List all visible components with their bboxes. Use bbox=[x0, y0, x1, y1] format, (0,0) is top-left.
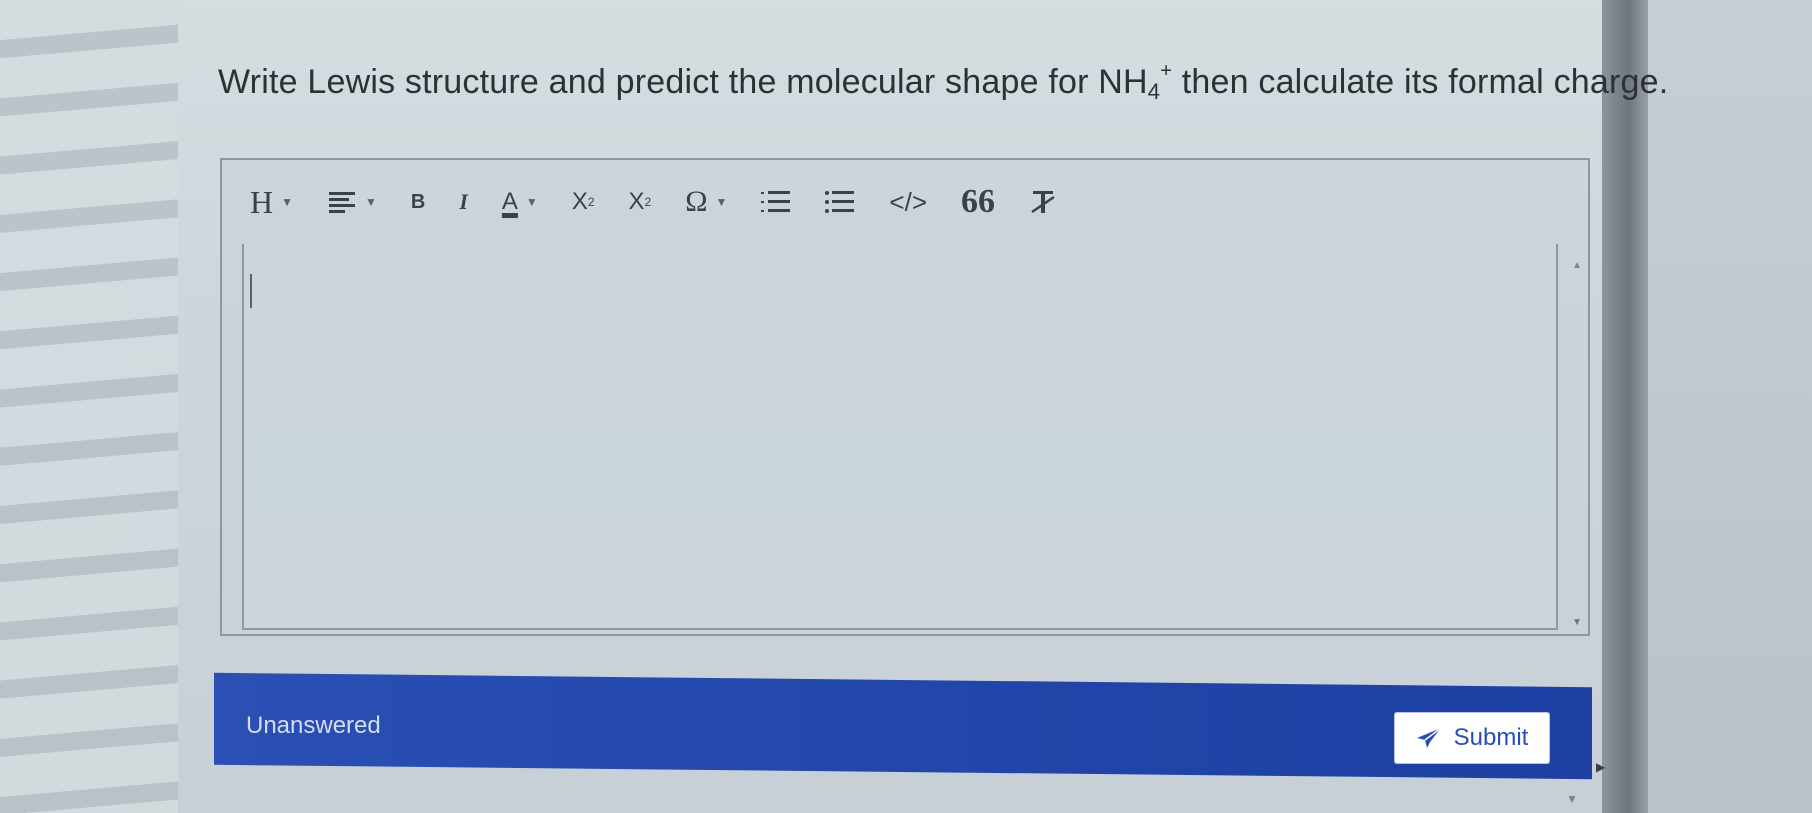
chevron-down-icon: ▼ bbox=[715, 195, 728, 209]
chevron-down-icon: ▼ bbox=[365, 195, 377, 209]
scroll-up-arrow-icon[interactable]: ▲ bbox=[1572, 260, 1582, 271]
formula: NH4+ bbox=[1098, 60, 1173, 104]
rich-text-editor: H ▼ ▼ B I A ▼ X2 X2 Ω ▼ </> 66 ▲ ▼ bbox=[220, 158, 1590, 636]
background-right bbox=[1640, 0, 1812, 813]
subscript-small: 2 bbox=[587, 195, 595, 209]
italic-button[interactable]: I bbox=[459, 189, 468, 215]
blockquote-button[interactable]: 66 bbox=[961, 183, 995, 221]
font-color-dropdown[interactable]: A ▼ bbox=[502, 188, 538, 216]
editor-toolbar: H ▼ ▼ B I A ▼ X2 X2 Ω ▼ </> 66 bbox=[222, 160, 1588, 244]
answer-textarea[interactable] bbox=[242, 244, 1558, 630]
font-color-icon: A bbox=[501, 188, 518, 215]
question-text: Write Lewis structure and predict the mo… bbox=[218, 60, 1669, 104]
scroll-down-arrow-icon[interactable]: ▼ bbox=[1572, 617, 1582, 628]
bulleted-list-icon bbox=[825, 191, 855, 213]
superscript-button[interactable]: X2 bbox=[629, 188, 652, 216]
question-footer-bar bbox=[214, 672, 1592, 780]
heading-label: H bbox=[250, 183, 274, 220]
align-dropdown[interactable]: ▼ bbox=[327, 190, 377, 214]
superscript-label: X bbox=[628, 188, 645, 215]
code-icon: </> bbox=[889, 186, 927, 217]
omega-icon: Ω bbox=[685, 185, 708, 218]
submit-button[interactable]: Submit bbox=[1394, 712, 1550, 764]
bulleted-list-button[interactable] bbox=[825, 189, 855, 215]
numbered-list-button[interactable] bbox=[761, 189, 791, 215]
answer-status: Unanswered bbox=[246, 712, 381, 739]
subscript-label: X bbox=[571, 188, 588, 215]
superscript-small: 2 bbox=[644, 195, 652, 209]
clear-formatting-button[interactable] bbox=[1029, 188, 1057, 216]
code-button[interactable]: </> bbox=[889, 187, 927, 218]
numbered-list-icon bbox=[761, 191, 791, 212]
subscript-button[interactable]: X2 bbox=[572, 188, 595, 216]
chevron-down-icon: ▼ bbox=[281, 194, 293, 209]
window-scroll-down-arrow-icon[interactable]: ▼ bbox=[1566, 792, 1578, 806]
heading-dropdown[interactable]: H ▼ bbox=[250, 184, 293, 221]
align-icon bbox=[329, 192, 355, 213]
paper-plane-icon bbox=[1416, 727, 1442, 748]
submit-label: Submit bbox=[1453, 724, 1529, 751]
chevron-down-icon: ▼ bbox=[525, 195, 538, 209]
monitor-edge bbox=[1600, 0, 1648, 813]
bold-button[interactable]: B bbox=[411, 191, 425, 214]
scroll-right-arrow-icon[interactable]: ▶ bbox=[1596, 760, 1605, 774]
text-cursor bbox=[250, 274, 252, 308]
quote-icon: 66 bbox=[961, 183, 995, 220]
clear-format-icon bbox=[1031, 191, 1055, 214]
special-characters-dropdown[interactable]: Ω ▼ bbox=[685, 185, 727, 219]
